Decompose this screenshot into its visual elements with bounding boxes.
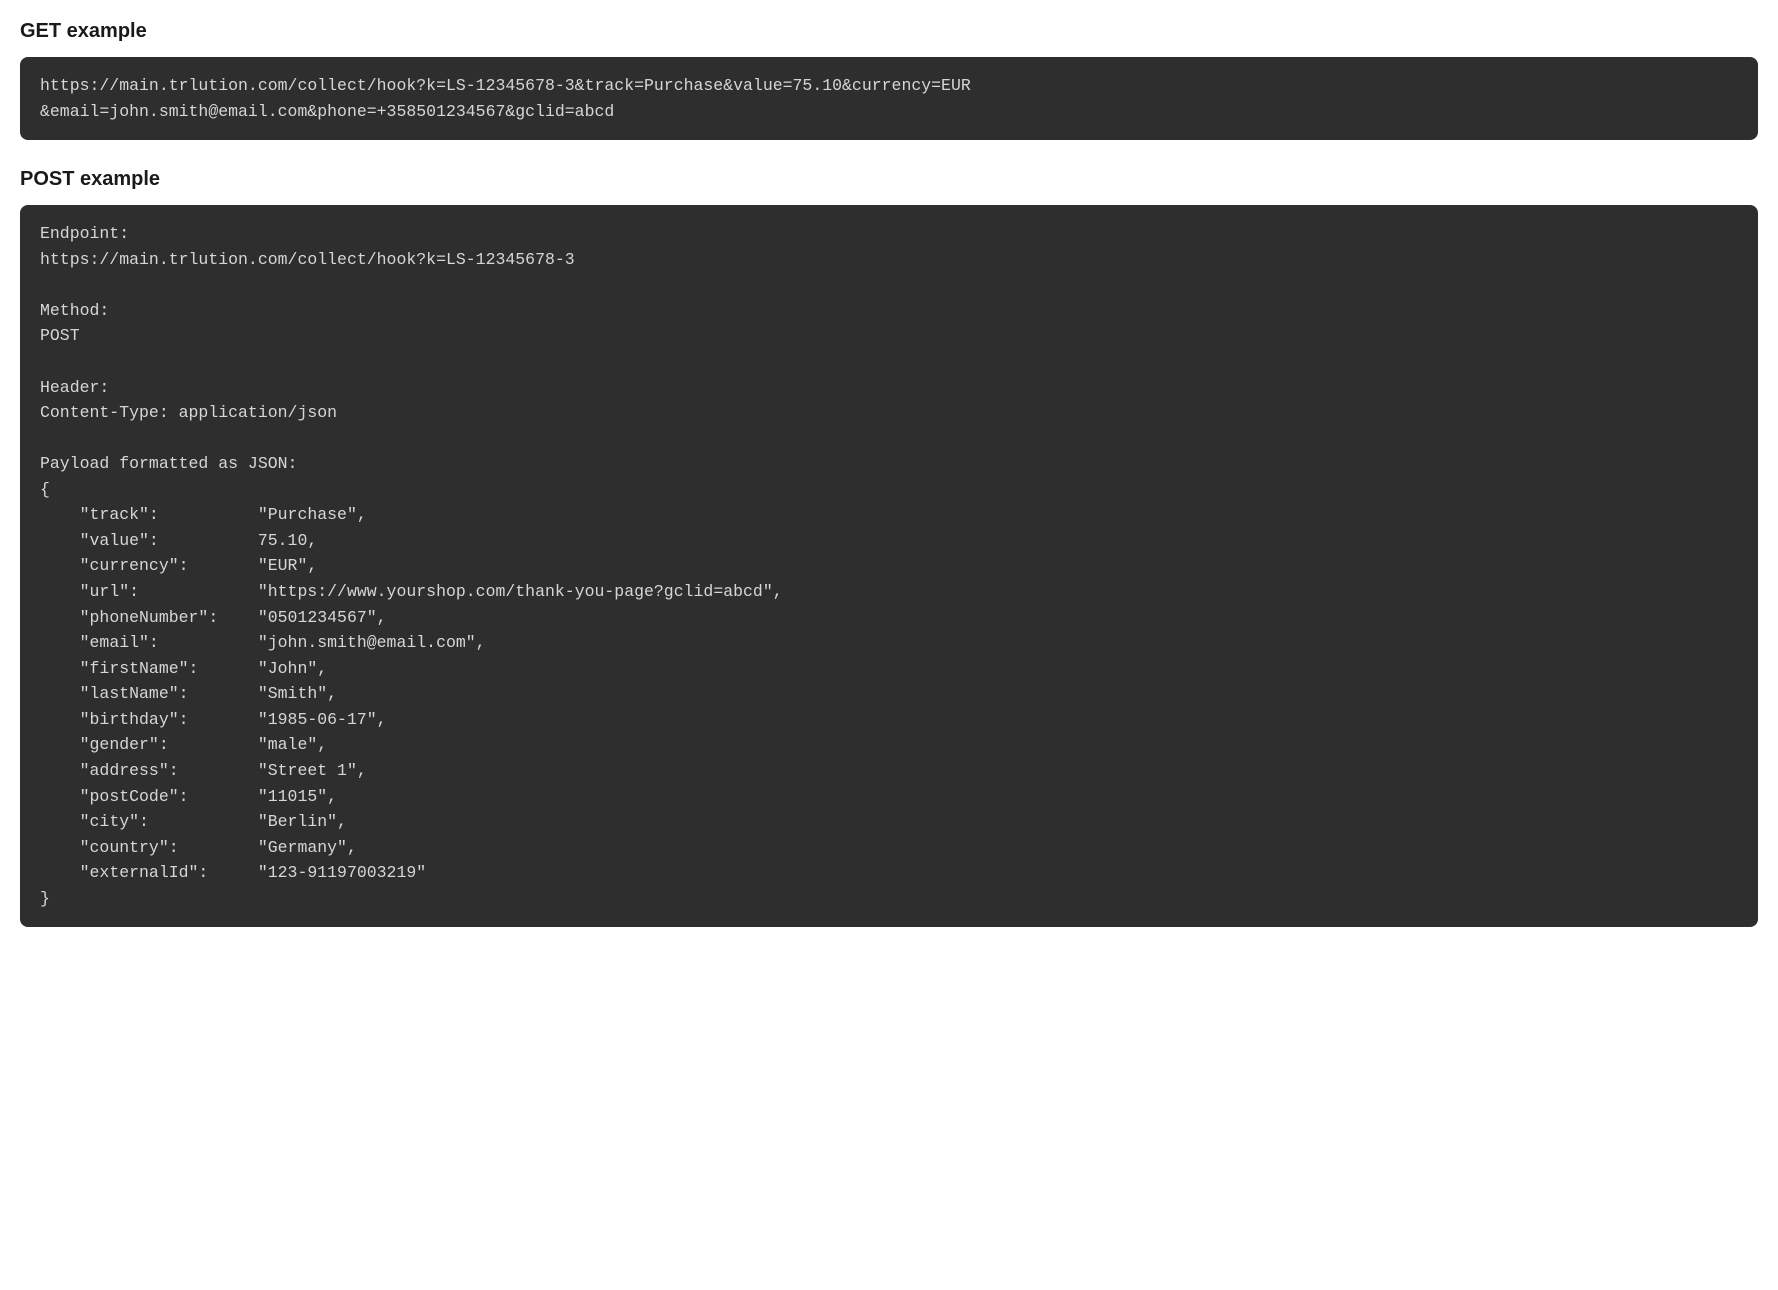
get-example-section: GET example https://main.trlution.com/co… [20,20,1758,140]
post-example-code[interactable]: Endpoint: https://main.trlution.com/coll… [20,205,1758,927]
post-example-section: POST example Endpoint: https://main.trlu… [20,168,1758,927]
post-example-heading: POST example [20,168,1758,191]
get-example-heading: GET example [20,20,1758,43]
get-example-code[interactable]: https://main.trlution.com/collect/hook?k… [20,57,1758,140]
